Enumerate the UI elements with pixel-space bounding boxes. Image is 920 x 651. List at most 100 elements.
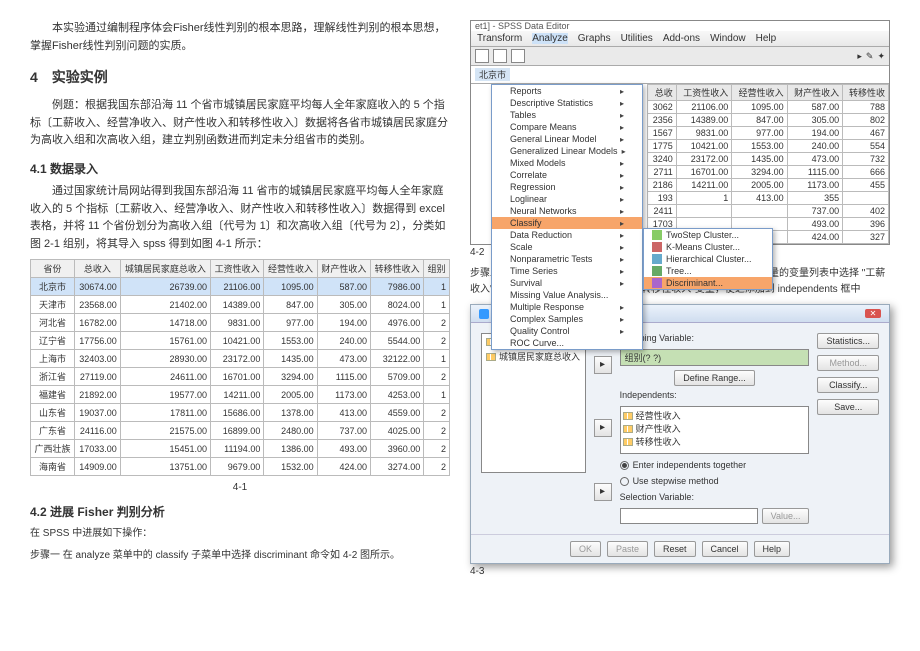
analyze-item[interactable]: Compare Means xyxy=(492,121,642,133)
analyze-item[interactable]: Data Reduction xyxy=(492,229,642,241)
table-cell: 山东省 xyxy=(31,404,75,422)
classify-item[interactable]: Discriminant... xyxy=(644,277,772,289)
analyze-item[interactable]: General Linear Model xyxy=(492,133,642,145)
table-cell: 海南省 xyxy=(31,458,75,476)
classify-item[interactable]: K-Means Cluster... xyxy=(644,241,772,253)
grid-cell: 1 xyxy=(676,192,731,205)
dialog-footer-button[interactable]: Help xyxy=(754,541,791,557)
dialog-button[interactable]: Statistics... xyxy=(817,333,879,349)
spss-menubar[interactable]: Transform Analyze Graphs Utilities Add-ons Wi… xyxy=(471,31,889,47)
analyze-item[interactable]: Reports xyxy=(492,85,642,97)
menu-analyze[interactable]: Analyze xyxy=(532,33,568,44)
classify-item[interactable]: Tree... xyxy=(644,265,772,277)
dialog-footer-button[interactable]: OK xyxy=(570,541,601,557)
grid-cell: 1173.00 xyxy=(787,179,842,192)
grid-cell: 9831.00 xyxy=(676,127,731,140)
selection-var-field[interactable] xyxy=(620,508,758,524)
variable-listbox[interactable]: 总收入城镇居民家庭总收入 xyxy=(481,333,586,473)
analyze-item[interactable]: Regression xyxy=(492,181,642,193)
analyze-item[interactable]: Complex Samples xyxy=(492,313,642,325)
move-to-selection-btn[interactable]: ▸ xyxy=(594,483,612,501)
analyze-item[interactable]: Neural Networks xyxy=(492,205,642,217)
move-to-indep-btn[interactable]: ▸ xyxy=(594,419,612,437)
spss-toolbar[interactable]: ▸ ✎ ✦ xyxy=(471,47,889,66)
independents-listbox[interactable]: 经营性收入财产性收入转移性收入 xyxy=(620,406,810,454)
table-cell: 24116.00 xyxy=(75,422,121,440)
menu-add-ons[interactable]: Add-ons xyxy=(663,33,700,44)
p42b: 步骤一 在 analyze 菜单中的 classify 子菜单中选择 discr… xyxy=(30,548,450,564)
grid-cell: 467 xyxy=(843,127,889,140)
table-cell: 15686.00 xyxy=(211,404,264,422)
analyze-item[interactable]: Multiple Response xyxy=(492,301,642,313)
caption-43: 4-3 xyxy=(470,566,890,577)
analyze-item[interactable]: Nonparametric Tests xyxy=(492,253,642,265)
table-cell: 16782.00 xyxy=(75,314,121,332)
table-cell: 4025.00 xyxy=(370,422,423,440)
grid-cell: 554 xyxy=(843,140,889,153)
table-cell: 194.00 xyxy=(317,314,370,332)
table-cell: 1173.00 xyxy=(317,386,370,404)
table-cell: 4253.00 xyxy=(370,386,423,404)
analyze-item[interactable]: Correlate xyxy=(492,169,642,181)
grid-cell: 737.00 xyxy=(787,205,842,218)
dialog-footer-button[interactable]: Cancel xyxy=(702,541,748,557)
analyze-menu[interactable]: ReportsDescriptive StatisticsTablesCompa… xyxy=(491,84,643,350)
col-header: 转移性收入 xyxy=(370,260,423,278)
table-cell: 587.00 xyxy=(317,278,370,296)
grouping-variable-field[interactable]: 组别(? ?) xyxy=(620,349,810,366)
analyze-item[interactable]: Scale xyxy=(492,241,642,253)
table-cell: 4559.00 xyxy=(370,404,423,422)
subsection-41: 4.1 数据录入 xyxy=(30,160,450,177)
table-cell: 1 xyxy=(424,350,450,368)
define-range-button[interactable]: Define Range... xyxy=(674,370,755,386)
indep-item[interactable]: 转移性收入 xyxy=(623,435,807,448)
menu-graphs[interactable]: Graphs xyxy=(578,33,611,44)
var-item[interactable]: 城镇居民家庭总收入 xyxy=(482,349,585,364)
dialog-button[interactable]: Classify... xyxy=(817,377,879,393)
table-cell: 2005.00 xyxy=(264,386,317,404)
indep-item[interactable]: 经营性收入 xyxy=(623,409,807,422)
caption-41: 4-1 xyxy=(30,482,450,493)
table-cell: 17033.00 xyxy=(75,440,121,458)
table-cell: 广东省 xyxy=(31,422,75,440)
dialog-footer-button[interactable]: Paste xyxy=(607,541,648,557)
analyze-item[interactable]: ROC Curve... xyxy=(492,337,642,349)
analyze-item[interactable]: Time Series xyxy=(492,265,642,277)
analyze-item[interactable]: Mixed Models xyxy=(492,157,642,169)
analyze-item[interactable]: Loglinear xyxy=(492,193,642,205)
table-cell: 7986.00 xyxy=(370,278,423,296)
table-cell: 11194.00 xyxy=(211,440,264,458)
menu-window[interactable]: Window xyxy=(710,33,746,44)
move-to-grouping-btn[interactable]: ▸ xyxy=(594,356,612,374)
table-cell: 21892.00 xyxy=(75,386,121,404)
toolbar-icon-print[interactable] xyxy=(511,49,525,63)
indep-item[interactable]: 财产性收入 xyxy=(623,422,807,435)
analyze-item[interactable]: Classify xyxy=(492,217,642,229)
grid-cell: 1095.00 xyxy=(732,101,787,114)
classify-item[interactable]: Hierarchical Cluster... xyxy=(644,253,772,265)
selection-var-label: Selection Variable: xyxy=(620,492,810,502)
analyze-item[interactable]: Quality Control xyxy=(492,325,642,337)
value-button[interactable]: Value... xyxy=(762,508,810,524)
table-cell: 2 xyxy=(424,404,450,422)
menu-transform[interactable]: Transform xyxy=(477,33,522,44)
dialog-button[interactable]: Save... xyxy=(817,399,879,415)
table-cell: 广西壮族 xyxy=(31,440,75,458)
analyze-item[interactable]: Survival xyxy=(492,277,642,289)
analyze-item[interactable]: Descriptive Statistics xyxy=(492,97,642,109)
classify-item[interactable]: TwoStep Cluster... xyxy=(644,229,772,241)
dialog-footer-button[interactable]: Reset xyxy=(654,541,696,557)
toolbar-icon-save[interactable] xyxy=(493,49,507,63)
grid-cell: 14389.00 xyxy=(676,114,731,127)
analyze-item[interactable]: Generalized Linear Models xyxy=(492,145,642,157)
analyze-item[interactable]: Tables xyxy=(492,109,642,121)
analyze-item[interactable]: Missing Value Analysis... xyxy=(492,289,642,301)
toolbar-icon-open[interactable] xyxy=(475,49,489,63)
radio-stepwise[interactable] xyxy=(620,477,629,486)
dialog-button[interactable]: Method... xyxy=(817,355,879,371)
example-para: 例题：根据我国东部沿海 11 个省市城镇居民家庭平均每人全年家庭收入的 5 个指… xyxy=(30,97,450,150)
menu-utilities[interactable]: Utilities xyxy=(621,33,653,44)
radio-enter-together[interactable] xyxy=(620,461,629,470)
classify-submenu[interactable]: TwoStep Cluster...K-Means Cluster...Hier… xyxy=(643,228,773,290)
menu-help[interactable]: Help xyxy=(756,33,777,44)
